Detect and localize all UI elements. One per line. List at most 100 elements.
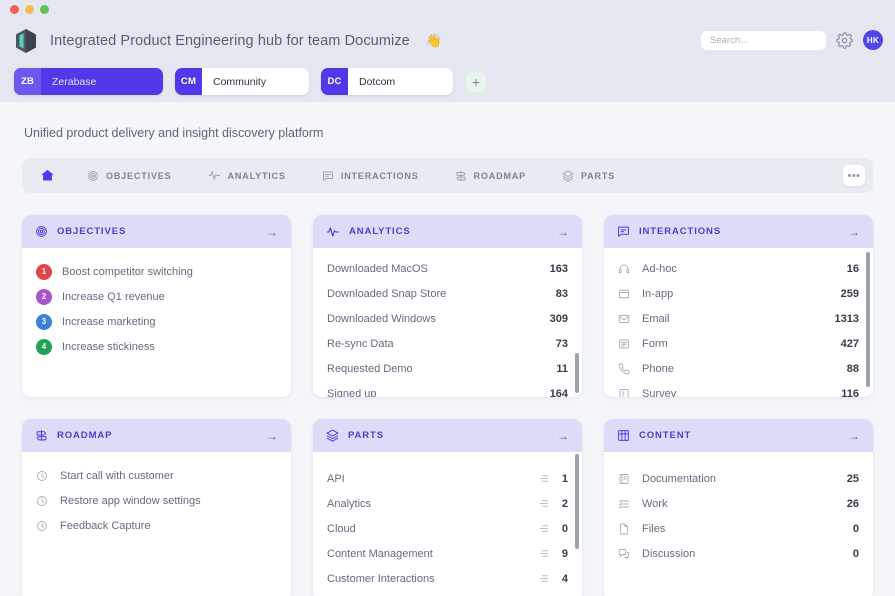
item-label: Phone [642, 362, 674, 375]
card-arrow-icon[interactable]: → [266, 430, 278, 442]
dashboard-grid: OBJECTIVES → 1 Boost competitor switchin… [22, 215, 873, 596]
card-arrow-icon[interactable]: → [848, 226, 860, 238]
card-content: CONTENT → Documentation 25 Work 26 Files… [604, 419, 873, 596]
card-header: ANALYTICS → [313, 215, 582, 248]
space-tabs: ZB Zerabase CM Community DC Dotcom + [14, 68, 881, 95]
list-icon [538, 548, 549, 559]
list-item[interactable]: Re-sync Data 73 [313, 331, 582, 356]
item-value: 427 [840, 337, 859, 350]
more-options-button[interactable]: ••• [843, 165, 865, 186]
item-label: Feedback Capture [60, 519, 151, 532]
item-value: 83 [555, 287, 568, 300]
card-title: CONTENT [639, 430, 692, 441]
list-item[interactable]: Cloud 0 [313, 516, 582, 541]
space-name: Dotcom [359, 75, 396, 88]
search-input[interactable] [701, 30, 826, 50]
item-value: 0 [852, 522, 859, 535]
section-tabbar: OBJECTIVES ANALYTICS INTERACTIONS ROADMA… [22, 158, 873, 193]
space-tab-zerabase[interactable]: ZB Zerabase [14, 68, 163, 95]
card-arrow-icon[interactable]: → [848, 430, 860, 442]
card-title: ANALYTICS [349, 226, 411, 237]
list-item[interactable]: Phone 88 [604, 356, 873, 381]
item-label: Re-sync Data [327, 337, 394, 350]
item-value-group: 2 [538, 498, 568, 510]
list-item[interactable]: Documentation 25 [604, 466, 873, 491]
item-label: Restore app window settings [60, 494, 201, 507]
list-item[interactable]: 2 Increase Q1 revenue [22, 284, 291, 309]
list-item[interactable]: Signed up 164 [313, 381, 582, 398]
list-item[interactable]: Start call with customer [22, 463, 291, 488]
list-item[interactable]: Downloaded MacOS 163 [313, 256, 582, 281]
item-label: Files [642, 522, 666, 535]
app-window: Integrated Product Engineering hub for t… [0, 0, 895, 596]
list-item[interactable]: 3 Increase marketing [22, 309, 291, 334]
space-initials: ZB [14, 68, 41, 95]
objective-number: 3 [36, 313, 52, 330]
card-interactions: INTERACTIONS → Ad-hoc 16 In-app 259 Emai… [604, 215, 873, 397]
space-name: Community [213, 75, 267, 88]
item-label: Downloaded MacOS [327, 262, 428, 275]
item-value: 163 [549, 262, 568, 275]
list-item[interactable]: In-app 259 [604, 281, 873, 306]
list-item[interactable]: Downloaded Snap Store 83 [313, 281, 582, 306]
item-label: Survey [642, 387, 677, 398]
item-label: API [327, 472, 345, 485]
tab-interactions[interactable]: INTERACTIONS [304, 158, 437, 193]
item-label: Boost competitor switching [62, 265, 193, 278]
space-initials: CM [175, 68, 202, 95]
list-item[interactable]: Feedback Capture [22, 513, 291, 538]
form-icon [618, 338, 632, 350]
header-actions: HK [701, 30, 883, 50]
window-minimize-button[interactable] [25, 4, 34, 14]
item-value: 25 [846, 472, 859, 485]
list-item[interactable]: Ad-hoc 16 [604, 256, 873, 281]
window-close-button[interactable] [10, 4, 19, 14]
list-icon [538, 573, 549, 584]
item-label: Downloaded Snap Store [327, 287, 447, 300]
item-label: Ad-hoc [642, 262, 677, 275]
list-item[interactable]: Survey 116 [604, 381, 873, 397]
window-maximize-button[interactable] [40, 4, 49, 14]
list-item[interactable]: Discussion 0 [604, 541, 873, 566]
card-arrow-icon[interactable]: → [557, 226, 569, 238]
list-item[interactable]: Work 26 [604, 491, 873, 516]
card-scrollbar[interactable] [575, 353, 579, 393]
list-icon [538, 498, 549, 509]
tab-objectives[interactable]: OBJECTIVES [69, 158, 190, 193]
item-value-group: 1 [538, 473, 568, 485]
card-header: CONTENT → [604, 419, 873, 452]
add-space-button[interactable]: + [465, 70, 487, 93]
list-item[interactable]: Files 0 [604, 516, 873, 541]
list-item[interactable]: Restore app window settings [22, 488, 291, 513]
list-item[interactable]: Analytics 2 [313, 491, 582, 516]
tab-analytics[interactable]: ANALYTICS [190, 158, 304, 193]
avatar[interactable]: HK [863, 30, 883, 50]
list-item[interactable]: Requested Demo 11 [313, 356, 582, 381]
card-objectives: OBJECTIVES → 1 Boost competitor switchin… [22, 215, 291, 397]
item-value: 0 [852, 547, 859, 560]
card-arrow-icon[interactable]: → [266, 226, 278, 238]
list-item[interactable]: Customer Interactions 4 [313, 566, 582, 591]
tab-home[interactable] [32, 158, 69, 193]
page-title: Integrated Product Engineering hub for t… [50, 33, 410, 49]
list-item[interactable]: API 1 [313, 466, 582, 491]
list-item[interactable]: Email 1313 [604, 306, 873, 331]
card-scrollbar[interactable] [866, 252, 870, 387]
card-arrow-icon[interactable]: → [557, 430, 569, 442]
list-item[interactable]: Content Management 9 [313, 541, 582, 566]
space-name: Zerabase [52, 75, 97, 88]
card-scrollbar[interactable] [575, 454, 579, 549]
list-item[interactable]: Downloaded Windows 309 [313, 306, 582, 331]
item-label: Discussion [642, 547, 696, 560]
tasklist-icon [618, 498, 632, 510]
tab-roadmap[interactable]: ROADMAP [437, 158, 544, 193]
list-item[interactable]: 1 Boost competitor switching [22, 259, 291, 284]
gear-icon[interactable] [836, 31, 853, 49]
card-parts: PARTS → API 1 Analytics 2 Cloud 0 Conten… [313, 419, 582, 596]
space-tab-community[interactable]: CM Community [175, 68, 309, 95]
space-tab-dotcom[interactable]: DC Dotcom [321, 68, 453, 95]
list-item[interactable]: 4 Increase stickiness [22, 334, 291, 359]
list-item[interactable]: Form 427 [604, 331, 873, 356]
item-value: 26 [846, 497, 859, 510]
tab-parts[interactable]: PARTS [544, 158, 633, 193]
